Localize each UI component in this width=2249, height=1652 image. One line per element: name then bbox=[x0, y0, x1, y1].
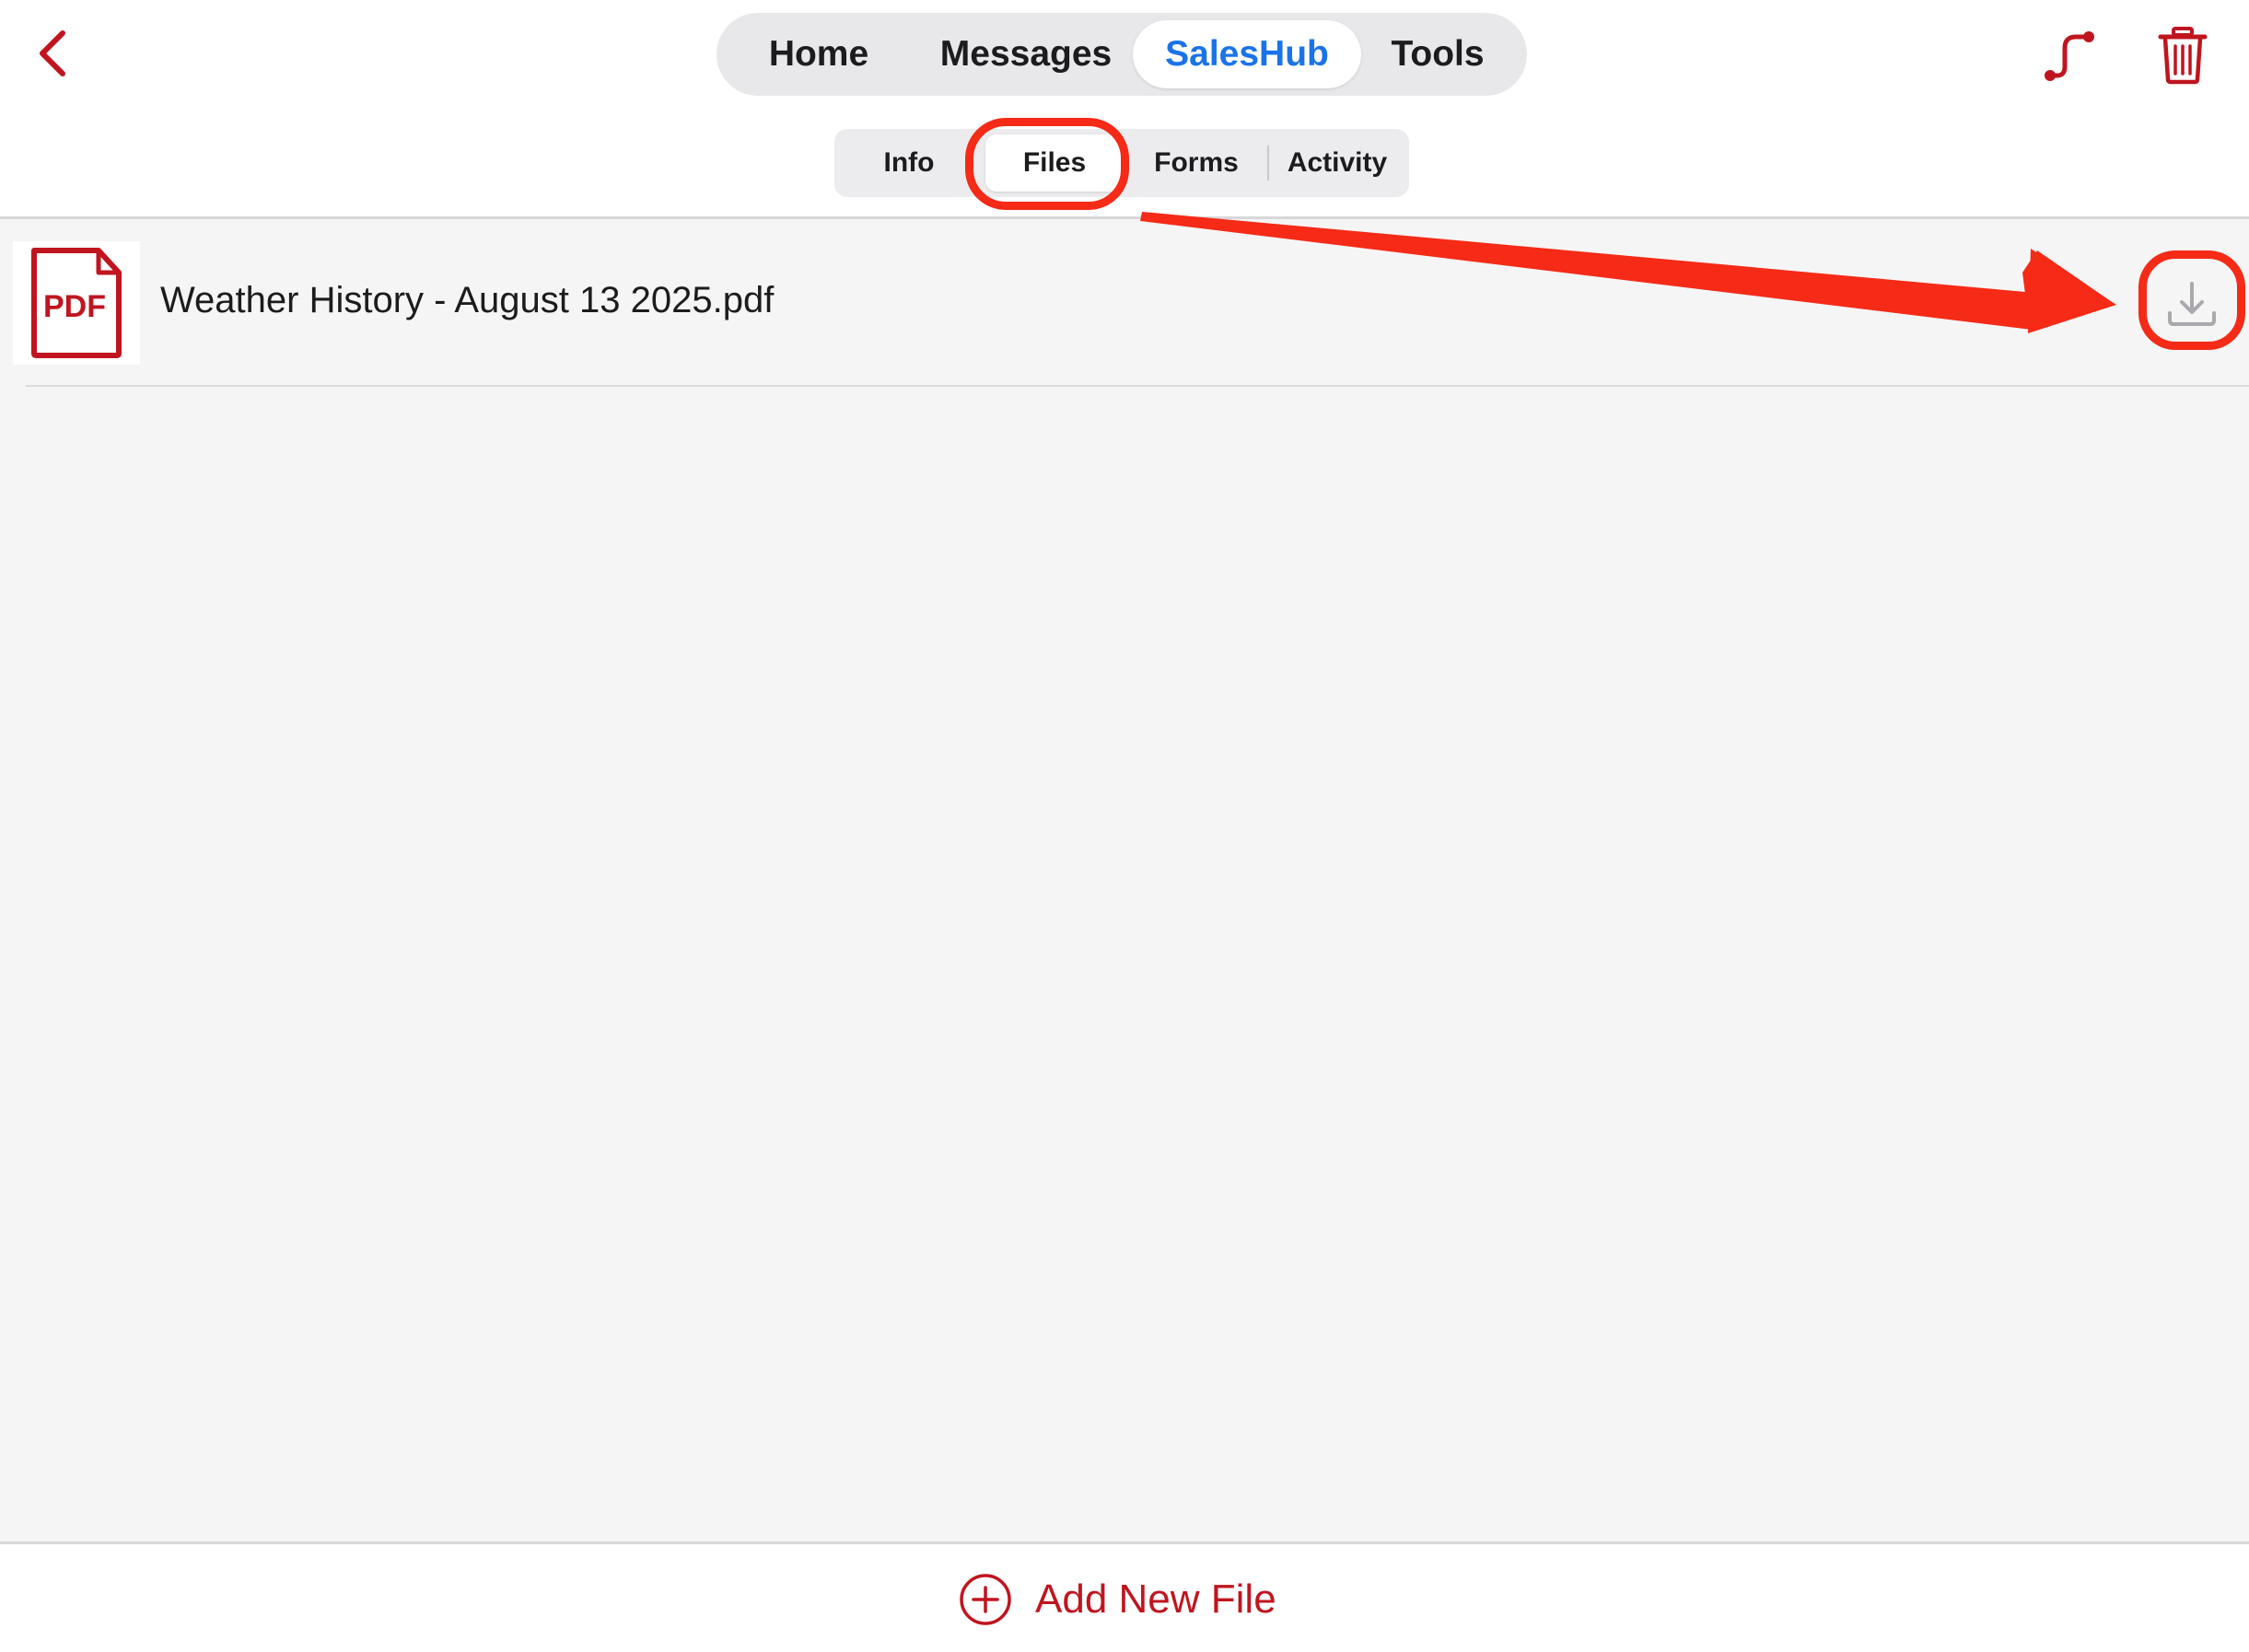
add-new-file-label: Add New File bbox=[1035, 1576, 1276, 1622]
route-icon bbox=[2045, 31, 2094, 81]
back-button[interactable] bbox=[24, 26, 79, 81]
subtab-forms[interactable]: Forms bbox=[1129, 134, 1264, 192]
download-icon bbox=[2168, 282, 2216, 326]
subtab-files[interactable]: Files bbox=[985, 134, 1124, 192]
subtab-info[interactable]: Info bbox=[840, 134, 978, 192]
svg-text:PDF: PDF bbox=[43, 289, 106, 324]
tab-home[interactable]: Home bbox=[731, 20, 906, 88]
chevron-left-icon bbox=[40, 30, 65, 76]
file-name[interactable]: Weather History - August 13 2025.pdf bbox=[160, 280, 774, 321]
list-item[interactable]: PDF Weather History - August 13 2025.pdf bbox=[0, 219, 2249, 385]
row-divider bbox=[26, 385, 2249, 387]
file-list: PDF Weather History - August 13 2025.pdf bbox=[0, 219, 2249, 1541]
route-button[interactable] bbox=[2037, 22, 2103, 88]
main-segmented-control: Home Messages SalesHub Tools bbox=[717, 13, 1527, 96]
subtab-activity[interactable]: Activity bbox=[1271, 134, 1404, 192]
file-thumbnail: PDF bbox=[13, 241, 140, 365]
subtab-divider bbox=[1267, 145, 1269, 180]
pdf-file-icon: PDF bbox=[31, 248, 122, 358]
download-button[interactable] bbox=[2155, 267, 2229, 341]
tab-tools[interactable]: Tools bbox=[1361, 20, 1514, 88]
add-new-file-button[interactable]: Add New File bbox=[958, 1570, 1276, 1629]
bottom-toolbar: Add New File bbox=[0, 1541, 2249, 1652]
delete-button[interactable] bbox=[2150, 22, 2216, 88]
sub-segmented-control: Info Files Forms Activity bbox=[834, 129, 1409, 197]
top-navigation-bar: Home Messages SalesHub Tools Info Files … bbox=[0, 0, 2249, 219]
tab-saleshub[interactable]: SalesHub bbox=[1133, 20, 1361, 88]
plus-circle-icon bbox=[960, 1574, 1011, 1625]
files-screen: Home Messages SalesHub Tools Info Files … bbox=[0, 0, 2249, 1652]
trash-icon bbox=[2158, 27, 2208, 85]
tab-messages[interactable]: Messages bbox=[906, 20, 1146, 88]
